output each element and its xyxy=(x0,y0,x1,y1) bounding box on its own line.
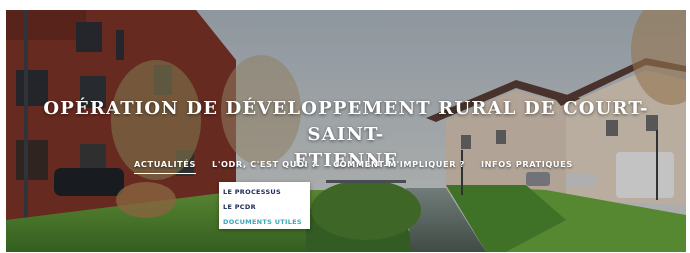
nav-item-infos-pratiques[interactable]: INFOS PRATIQUES xyxy=(481,159,573,169)
nav-item-impliquer[interactable]: COMMENT M'IMPLIQUER ? xyxy=(333,159,465,169)
dropdown-item-documents-utiles[interactable]: DOCUMENTS UTILES xyxy=(223,218,302,226)
odr-dropdown-menu: LE PROCESSUS LE PCDR DOCUMENTS UTILES xyxy=(219,182,310,229)
dropdown-item-pcdr[interactable]: LE PCDR xyxy=(223,203,256,211)
main-navigation: ACTUALITÉS L'ODR, C'EST QUOI ? COMMENT M… xyxy=(134,159,574,177)
hero-banner: OPÉRATION DE DÉVELOPPEMENT RURAL DE COUR… xyxy=(6,10,686,252)
nav-item-odr[interactable]: L'ODR, C'EST QUOI ? xyxy=(212,159,317,169)
nav-item-actualites[interactable]: ACTUALITÉS xyxy=(134,159,197,174)
page-title-line-1: OPÉRATION DE DÉVELOPPEMENT RURAL DE COUR… xyxy=(43,98,649,145)
dropdown-item-processus[interactable]: LE PROCESSUS xyxy=(223,188,281,196)
